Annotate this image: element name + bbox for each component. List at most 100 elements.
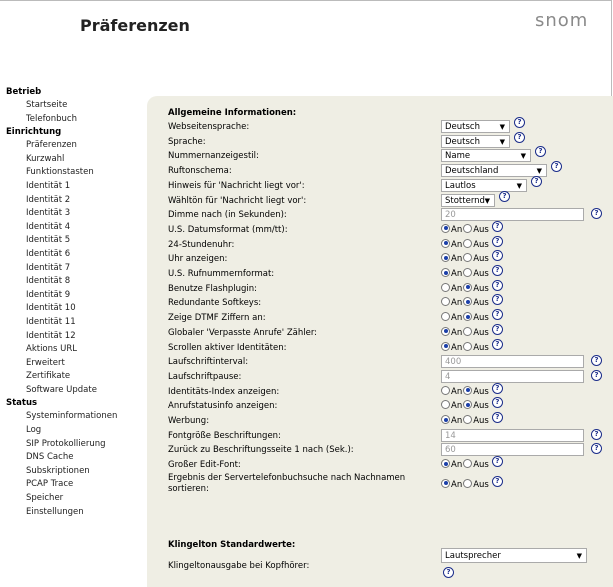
radio-aus[interactable] [463,478,473,488]
radio-aus[interactable] [463,253,473,263]
help-icon[interactable]: ? [491,338,503,350]
help-icon[interactable]: ? [491,309,503,321]
help-icon[interactable]: ? [535,146,546,158]
sidebar-item[interactable]: Zertifikate [0,370,135,384]
help-icon[interactable]: ? [491,235,503,247]
sidebar-item[interactable]: Identität 6 [0,248,135,262]
radio-aus[interactable] [463,282,473,292]
help-icon[interactable]: ? [551,161,562,173]
setting-select[interactable]: Name ▼ [441,149,531,163]
help-icon[interactable]: ? [491,397,503,409]
sidebar-item[interactable]: Identität 12 [0,330,135,344]
radio-an[interactable] [441,385,450,395]
sidebar-item[interactable]: Identität 10 [0,302,135,316]
radio-aus[interactable] [463,400,473,410]
sidebar-item[interactable]: Identität 2 [0,194,135,208]
radio-aus-label: Aus [473,239,489,250]
sidebar-item[interactable]: Identität 3 [0,207,135,221]
sidebar-item[interactable]: Systeminformationen [0,410,135,424]
radio-aus[interactable] [463,459,473,469]
sidebar-item[interactable]: Kurzwahl [0,153,135,167]
radio-aus[interactable] [463,385,473,395]
setting-input[interactable]: 4 [441,369,584,383]
help-icon[interactable]: ? [491,250,503,262]
sidebar-item[interactable]: Identität 9 [0,289,135,303]
help-icon[interactable]: ? [491,382,503,394]
radio-an[interactable] [441,341,450,351]
radio-an[interactable] [441,326,450,336]
radio-an[interactable] [441,223,450,233]
setting-select[interactable]: Deutschland ▼ [441,164,547,178]
help-icon[interactable]: ? [499,190,510,202]
sidebar-item[interactable]: Log [0,424,135,438]
sidebar-item[interactable]: Einstellungen [0,506,135,520]
radio-aus[interactable] [463,297,473,307]
sidebar-item[interactable]: Identität 8 [0,275,135,289]
sidebar-item[interactable]: Funktionstasten [0,166,135,180]
chevron-down-icon: ▼ [516,181,522,190]
radio-an[interactable] [441,312,450,322]
radio-aus[interactable] [463,238,473,248]
select-value: Deutsch [445,122,480,132]
setting-label: Scrollen aktiver Identitäten: [168,342,287,353]
sidebar-item[interactable]: Präferenzen [0,139,135,153]
sidebar-item[interactable]: Identität 1 [0,180,135,194]
sidebar-item[interactable]: SIP Protokollierung [0,438,135,452]
sidebar-item[interactable]: Startseite [0,99,135,113]
radio-aus[interactable] [463,415,473,424]
radio-an[interactable] [441,478,450,488]
help-icon[interactable]: ? [591,428,602,440]
radio-an[interactable] [441,459,450,469]
radio-aus[interactable] [463,341,473,351]
help-icon[interactable]: ? [443,567,454,578]
setting-select[interactable]: Deutsch ▼ [441,120,510,133]
setting-select[interactable]: Stotternd ▼ [441,193,495,207]
help-icon[interactable]: ? [491,294,503,306]
sidebar-item[interactable]: Speicher [0,492,135,506]
help-icon[interactable]: ? [531,175,542,187]
radio-an[interactable] [441,268,450,277]
help-icon[interactable]: ? [514,117,525,128]
help-icon[interactable]: ? [491,456,503,468]
setting-select[interactable]: Deutsch ▼ [441,134,510,148]
sidebar-item[interactable]: Subskriptionen [0,465,135,479]
sidebar-item[interactable]: Aktions URL [0,343,135,357]
help-icon[interactable]: ? [491,475,503,487]
help-icon[interactable]: ? [491,412,503,423]
sidebar-item[interactable]: Identität 7 [0,262,135,276]
radio-an[interactable] [441,238,450,248]
help-icon[interactable]: ? [591,369,602,381]
radio-an[interactable] [441,415,450,424]
setting-input[interactable]: 14 [441,428,584,442]
setting-select[interactable]: Lautlos ▼ [441,178,527,192]
setting-input[interactable]: 400 [441,355,584,369]
radio-aus[interactable] [463,268,473,277]
radio-aus[interactable] [463,223,473,233]
help-icon[interactable]: ? [491,279,503,291]
sidebar-section[interactable]: Status [0,397,135,410]
sidebar-item[interactable]: PCAP Trace [0,478,135,492]
sidebar-item[interactable]: Erweitert [0,357,135,371]
sidebar-section[interactable]: Betrieb [0,86,135,99]
setting-input[interactable]: 60 [441,443,584,457]
help-icon[interactable]: ? [491,220,503,232]
radio-aus[interactable] [463,326,473,336]
radio-an[interactable] [441,297,450,307]
radio-an[interactable] [441,253,450,263]
help-icon[interactable]: ? [514,131,525,143]
sidebar-item[interactable]: Identität 5 [0,234,135,248]
ringer-select[interactable]: Lautsprecher ▼ [441,548,587,563]
sidebar-item[interactable]: Identität 4 [0,221,135,235]
radio-aus[interactable] [463,312,473,322]
sidebar-item[interactable]: DNS Cache [0,451,135,465]
help-icon[interactable]: ? [491,323,503,335]
setting-input[interactable]: 20 [441,208,584,222]
help-icon[interactable]: ? [491,265,503,276]
setting-label: Zeige DTMF Ziffern an: [168,313,266,324]
radio-an[interactable] [441,282,450,292]
sidebar-item[interactable]: Telefonbuch [0,113,135,127]
sidebar-section[interactable]: Einrichtung [0,126,135,139]
sidebar-item[interactable]: Identität 11 [0,316,135,330]
radio-an[interactable] [441,400,450,410]
sidebar-item[interactable]: Software Update [0,384,135,398]
